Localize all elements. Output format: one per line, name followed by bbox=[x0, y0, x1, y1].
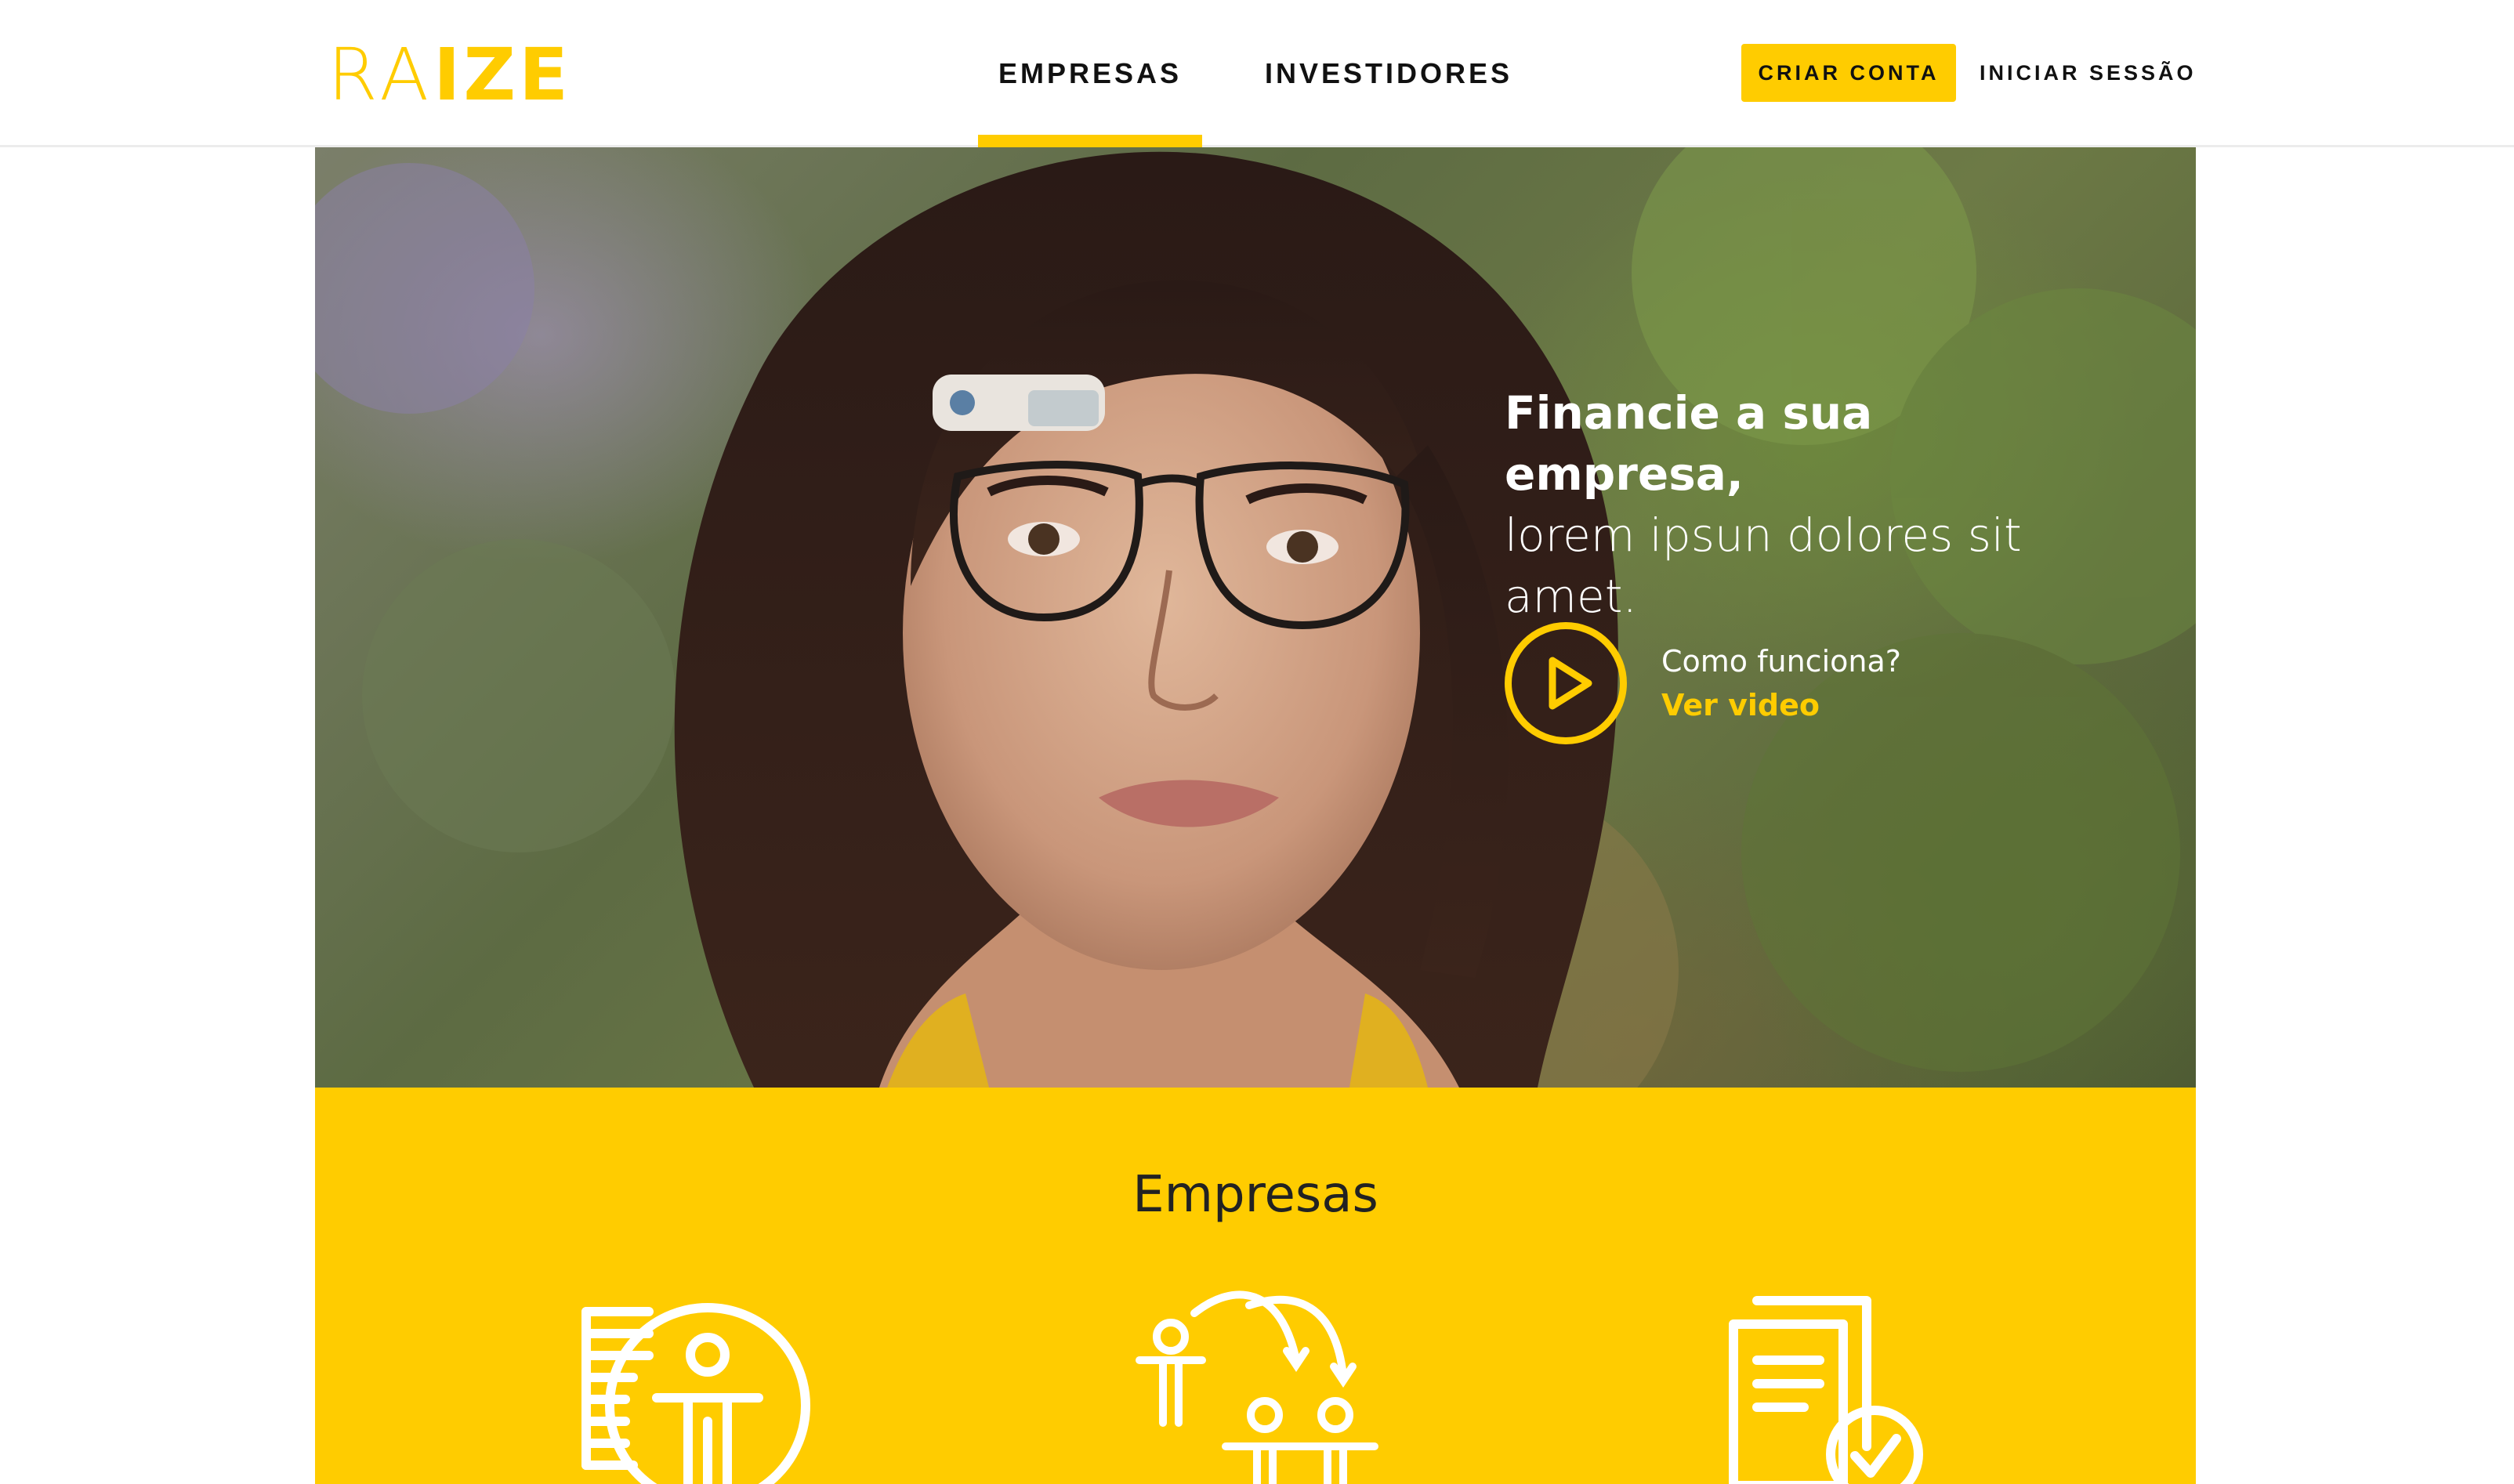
people-exchange-icon bbox=[1136, 1290, 1378, 1484]
nav-item-label: EMPRESAS bbox=[998, 57, 1183, 89]
nav-item-label: INVESTIDORES bbox=[1264, 57, 1513, 89]
logo-text-thin: RA bbox=[328, 33, 434, 117]
person-coins-icon bbox=[581, 1303, 810, 1484]
login-link[interactable]: INICIAR SESSÃO bbox=[1980, 44, 2197, 102]
hero-headline-line2: lorem ipsun dolores sit bbox=[1505, 509, 2022, 562]
video-link-label[interactable]: Ver video bbox=[1661, 683, 1901, 727]
section-title: Empresas bbox=[1132, 1166, 1378, 1224]
create-account-button[interactable]: CRIAR CONTA bbox=[1741, 44, 1956, 102]
hero-headline-line3: amet. bbox=[1505, 570, 1637, 623]
watch-video-link[interactable]: Como funciona? Ver video bbox=[1505, 622, 1901, 744]
logo-text-bold: IZE bbox=[433, 33, 571, 117]
raize-logo[interactable]: RA IZE bbox=[328, 39, 571, 111]
main-nav: EMPRESAS INVESTIDORES bbox=[978, 0, 1575, 147]
video-question: Como funciona? bbox=[1661, 644, 1901, 679]
nav-item-investidores[interactable]: INVESTIDORES bbox=[1202, 0, 1575, 147]
empresas-section: Empresas bbox=[315, 1088, 2196, 1484]
documents-check-icon bbox=[1729, 1296, 1923, 1484]
hero-headline: Financie a sua empresa, lorem ipsun dolo… bbox=[1505, 382, 2116, 627]
play-icon[interactable] bbox=[1505, 622, 1627, 744]
hero-banner: Financie a sua empresa, lorem ipsun dolo… bbox=[315, 147, 2196, 1088]
nav-item-empresas[interactable]: EMPRESAS bbox=[978, 0, 1202, 147]
video-text: Como funciona? Ver video bbox=[1661, 639, 1901, 727]
hero-headline-bold: Financie a sua empresa, bbox=[1505, 386, 1873, 501]
site-header: RA IZE EMPRESAS INVESTIDORES CRIAR CONTA … bbox=[0, 0, 2514, 147]
